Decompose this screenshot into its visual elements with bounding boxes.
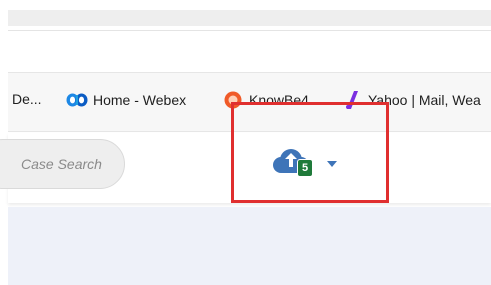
case-search-placeholder: Case Search <box>21 156 102 172</box>
case-search-input[interactable]: Case Search <box>0 139 125 189</box>
webex-icon <box>66 91 88 109</box>
main-content-area <box>8 207 491 285</box>
highlight-annotation-box <box>231 102 389 203</box>
browser-top-strip <box>8 10 491 26</box>
browser-divider <box>8 30 491 31</box>
bookmark-item-truncated[interactable]: De... <box>12 91 42 107</box>
bookmark-label: Home - Webex <box>93 92 187 108</box>
bookmark-label: De... <box>12 91 42 107</box>
bookmark-item-webex[interactable]: Home - Webex <box>66 91 186 109</box>
